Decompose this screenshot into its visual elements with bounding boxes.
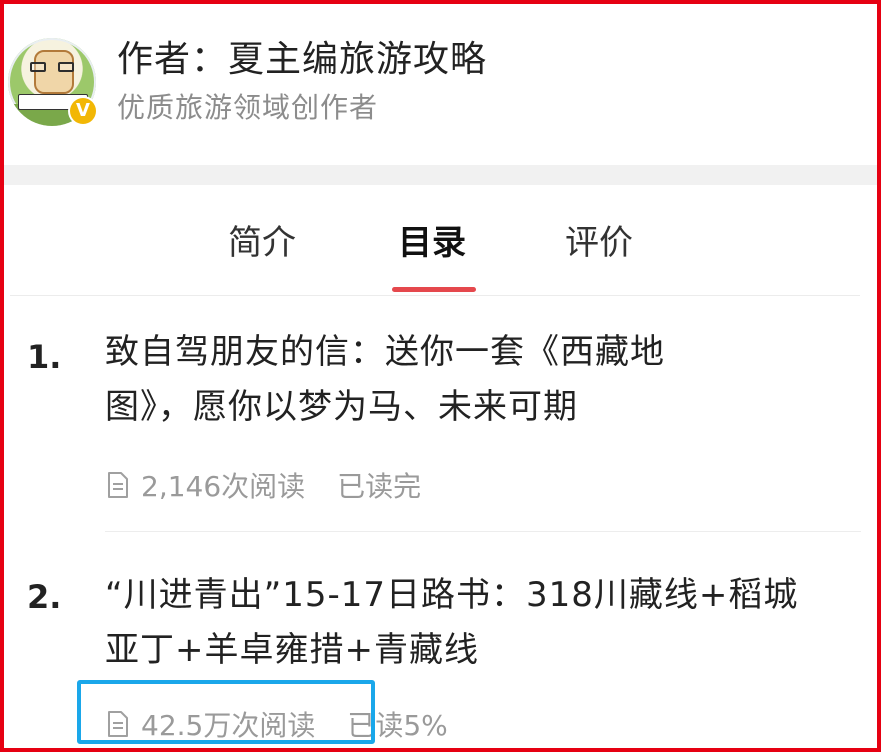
- item-title[interactable]: “川进青出”15-17日路书：318川藏线+稻城 亚丁+羊卓雍措+青藏线: [105, 568, 865, 678]
- document-icon: [108, 711, 128, 737]
- item-title-line: 致自驾朋友的信：送你一套《西藏地: [105, 332, 665, 372]
- tab-bar: 简介 目录 评价: [0, 185, 881, 295]
- item-divider: [105, 531, 861, 532]
- item-title-line: 亚丁+羊卓雍措+青藏线: [105, 630, 479, 670]
- item-number: 2.: [27, 578, 62, 616]
- item-number: 1.: [27, 338, 62, 376]
- item-meta: 42.5万次阅读 已读5%: [107, 704, 448, 744]
- item-title-line: 图》，愿你以梦为马、未来可期: [105, 387, 578, 427]
- author-header: V 作者：夏主编旅游攻略 优质旅游领域创作者: [0, 0, 881, 165]
- read-count: 42.5万次阅读: [141, 709, 316, 742]
- item-meta: 2,146次阅读 已读完: [107, 465, 421, 505]
- read-count: 2,146次阅读: [141, 470, 306, 503]
- section-gap: [0, 165, 881, 185]
- item-title[interactable]: 致自驾朋友的信：送你一套《西藏地 图》，愿你以梦为马、未来可期: [105, 325, 865, 435]
- verified-badge: V: [70, 98, 96, 124]
- glasses-icon: [30, 62, 74, 72]
- active-tab-indicator: [392, 287, 476, 292]
- tab-intro[interactable]: 简介: [228, 215, 296, 264]
- read-status: 已读5%: [347, 709, 448, 742]
- tabs-divider: [10, 295, 860, 296]
- author-name[interactable]: 作者：夏主编旅游攻略: [117, 30, 487, 82]
- tab-reviews[interactable]: 评价: [565, 215, 633, 264]
- item-title-line: “川进青出”15-17日路书：318川藏线+稻城: [105, 575, 799, 615]
- avatar-face-icon: [34, 50, 74, 94]
- author-description: 优质旅游领域创作者: [117, 91, 379, 124]
- document-icon: [108, 472, 128, 498]
- tab-catalog[interactable]: 目录: [398, 215, 466, 264]
- read-status: 已读完: [337, 470, 422, 503]
